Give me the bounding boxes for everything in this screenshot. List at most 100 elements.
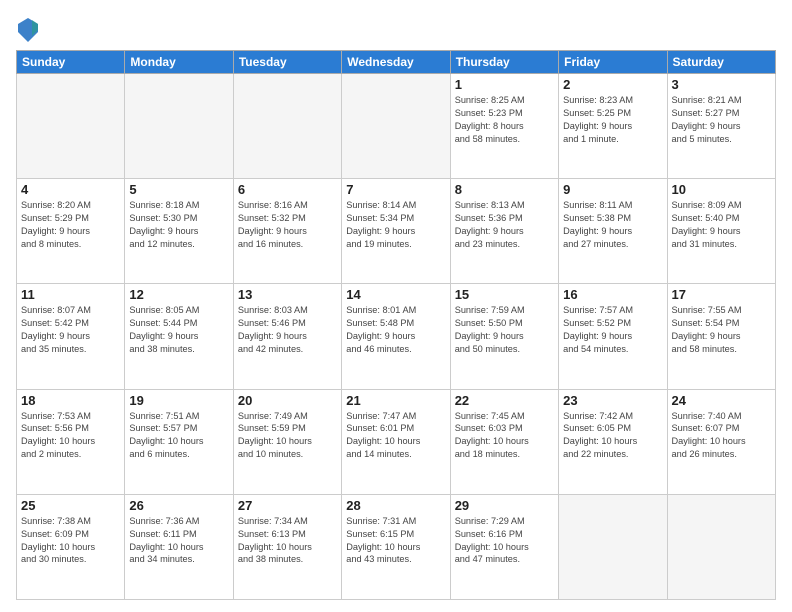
calendar-cell: 15 Sunrise: 7:59 AM Sunset: 5:50 PM Dayli… bbox=[450, 284, 558, 389]
day-info: Sunrise: 8:25 AM Sunset: 5:23 PM Dayligh… bbox=[455, 94, 554, 146]
day-number: 15 bbox=[455, 287, 554, 302]
calendar-cell bbox=[233, 74, 341, 179]
day-info: Sunrise: 7:57 AM Sunset: 5:52 PM Dayligh… bbox=[563, 304, 662, 356]
day-info: Sunrise: 8:03 AM Sunset: 5:46 PM Dayligh… bbox=[238, 304, 337, 356]
day-number: 2 bbox=[563, 77, 662, 92]
day-info: Sunrise: 8:07 AM Sunset: 5:42 PM Dayligh… bbox=[21, 304, 120, 356]
calendar-cell: 17 Sunrise: 7:55 AM Sunset: 5:54 PM Dayli… bbox=[667, 284, 775, 389]
calendar-cell: 12 Sunrise: 8:05 AM Sunset: 5:44 PM Dayli… bbox=[125, 284, 233, 389]
calendar-col-thursday: Thursday bbox=[450, 51, 558, 74]
day-info: Sunrise: 7:47 AM Sunset: 6:01 PM Dayligh… bbox=[346, 410, 445, 462]
day-number: 26 bbox=[129, 498, 228, 513]
day-info: Sunrise: 8:01 AM Sunset: 5:48 PM Dayligh… bbox=[346, 304, 445, 356]
calendar-cell: 28 Sunrise: 7:31 AM Sunset: 6:15 PM Dayli… bbox=[342, 494, 450, 599]
calendar-col-saturday: Saturday bbox=[667, 51, 775, 74]
calendar-col-friday: Friday bbox=[559, 51, 667, 74]
day-number: 25 bbox=[21, 498, 120, 513]
day-info: Sunrise: 8:14 AM Sunset: 5:34 PM Dayligh… bbox=[346, 199, 445, 251]
day-number: 28 bbox=[346, 498, 445, 513]
day-number: 29 bbox=[455, 498, 554, 513]
calendar-cell bbox=[125, 74, 233, 179]
calendar-week-3: 11 Sunrise: 8:07 AM Sunset: 5:42 PM Dayli… bbox=[17, 284, 776, 389]
calendar-cell: 24Sunrise: 7:40 AM Sunset: 6:07 PM Dayli… bbox=[667, 389, 775, 494]
calendar-cell bbox=[559, 494, 667, 599]
day-info: Sunrise: 7:38 AM Sunset: 6:09 PM Dayligh… bbox=[21, 515, 120, 567]
day-info: Sunrise: 7:51 AM Sunset: 5:57 PM Dayligh… bbox=[129, 410, 228, 462]
logo-icon bbox=[16, 16, 40, 44]
day-info: Sunrise: 8:20 AM Sunset: 5:29 PM Dayligh… bbox=[21, 199, 120, 251]
calendar-cell: 5Sunrise: 8:18 AM Sunset: 5:30 PM Daylig… bbox=[125, 179, 233, 284]
day-number: 20 bbox=[238, 393, 337, 408]
calendar-week-2: 4 Sunrise: 8:20 AM Sunset: 5:29 PM Daylig… bbox=[17, 179, 776, 284]
day-number: 3 bbox=[672, 77, 771, 92]
day-info: Sunrise: 7:31 AM Sunset: 6:15 PM Dayligh… bbox=[346, 515, 445, 567]
day-number: 27 bbox=[238, 498, 337, 513]
day-number: 13 bbox=[238, 287, 337, 302]
day-info: Sunrise: 8:05 AM Sunset: 5:44 PM Dayligh… bbox=[129, 304, 228, 356]
day-number: 7 bbox=[346, 182, 445, 197]
calendar-cell: 8 Sunrise: 8:13 AM Sunset: 5:36 PM Daylig… bbox=[450, 179, 558, 284]
day-info: Sunrise: 8:13 AM Sunset: 5:36 PM Dayligh… bbox=[455, 199, 554, 251]
calendar-cell: 9Sunrise: 8:11 AM Sunset: 5:38 PM Daylig… bbox=[559, 179, 667, 284]
page: SundayMondayTuesdayWednesdayThursdayFrid… bbox=[0, 0, 792, 612]
day-number: 11 bbox=[21, 287, 120, 302]
day-info: Sunrise: 7:49 AM Sunset: 5:59 PM Dayligh… bbox=[238, 410, 337, 462]
day-info: Sunrise: 8:21 AM Sunset: 5:27 PM Dayligh… bbox=[672, 94, 771, 146]
calendar-cell bbox=[667, 494, 775, 599]
day-number: 22 bbox=[455, 393, 554, 408]
day-number: 9 bbox=[563, 182, 662, 197]
day-number: 19 bbox=[129, 393, 228, 408]
day-number: 6 bbox=[238, 182, 337, 197]
calendar-col-wednesday: Wednesday bbox=[342, 51, 450, 74]
calendar-col-monday: Monday bbox=[125, 51, 233, 74]
day-number: 5 bbox=[129, 182, 228, 197]
header bbox=[16, 12, 776, 44]
day-number: 21 bbox=[346, 393, 445, 408]
day-info: Sunrise: 7:40 AM Sunset: 6:07 PM Dayligh… bbox=[672, 410, 771, 462]
day-info: Sunrise: 7:59 AM Sunset: 5:50 PM Dayligh… bbox=[455, 304, 554, 356]
calendar-cell: 14 Sunrise: 8:01 AM Sunset: 5:48 PM Dayli… bbox=[342, 284, 450, 389]
day-number: 16 bbox=[563, 287, 662, 302]
day-number: 23 bbox=[563, 393, 662, 408]
day-number: 18 bbox=[21, 393, 120, 408]
calendar-cell: 29 Sunrise: 7:29 AM Sunset: 6:16 PM Dayli… bbox=[450, 494, 558, 599]
day-info: Sunrise: 8:09 AM Sunset: 5:40 PM Dayligh… bbox=[672, 199, 771, 251]
day-info: Sunrise: 7:53 AM Sunset: 5:56 PM Dayligh… bbox=[21, 410, 120, 462]
calendar-cell: 23 Sunrise: 7:42 AM Sunset: 6:05 PM Dayli… bbox=[559, 389, 667, 494]
day-number: 12 bbox=[129, 287, 228, 302]
day-info: Sunrise: 7:34 AM Sunset: 6:13 PM Dayligh… bbox=[238, 515, 337, 567]
day-info: Sunrise: 7:42 AM Sunset: 6:05 PM Dayligh… bbox=[563, 410, 662, 462]
day-number: 17 bbox=[672, 287, 771, 302]
calendar-cell: 2 Sunrise: 8:23 AM Sunset: 5:25 PM Daylig… bbox=[559, 74, 667, 179]
calendar-week-1: 1Sunrise: 8:25 AM Sunset: 5:23 PM Daylig… bbox=[17, 74, 776, 179]
day-number: 14 bbox=[346, 287, 445, 302]
calendar-cell: 16 Sunrise: 7:57 AM Sunset: 5:52 PM Dayli… bbox=[559, 284, 667, 389]
calendar-cell: 19 Sunrise: 7:51 AM Sunset: 5:57 PM Dayli… bbox=[125, 389, 233, 494]
day-number: 4 bbox=[21, 182, 120, 197]
calendar-cell: 6 Sunrise: 8:16 AM Sunset: 5:32 PM Daylig… bbox=[233, 179, 341, 284]
calendar-cell: 26 Sunrise: 7:36 AM Sunset: 6:11 PM Dayli… bbox=[125, 494, 233, 599]
calendar-cell: 18 Sunrise: 7:53 AM Sunset: 5:56 PM Dayli… bbox=[17, 389, 125, 494]
calendar-cell: 13 Sunrise: 8:03 AM Sunset: 5:46 PM Dayli… bbox=[233, 284, 341, 389]
calendar-cell: 10 Sunrise: 8:09 AM Sunset: 5:40 PM Dayli… bbox=[667, 179, 775, 284]
day-info: Sunrise: 7:29 AM Sunset: 6:16 PM Dayligh… bbox=[455, 515, 554, 567]
calendar-cell: 27 Sunrise: 7:34 AM Sunset: 6:13 PM Dayli… bbox=[233, 494, 341, 599]
calendar-col-sunday: Sunday bbox=[17, 51, 125, 74]
day-info: Sunrise: 7:36 AM Sunset: 6:11 PM Dayligh… bbox=[129, 515, 228, 567]
day-info: Sunrise: 8:16 AM Sunset: 5:32 PM Dayligh… bbox=[238, 199, 337, 251]
day-number: 8 bbox=[455, 182, 554, 197]
calendar-cell: 1Sunrise: 8:25 AM Sunset: 5:23 PM Daylig… bbox=[450, 74, 558, 179]
calendar-col-tuesday: Tuesday bbox=[233, 51, 341, 74]
calendar-cell: 20 Sunrise: 7:49 AM Sunset: 5:59 PM Dayli… bbox=[233, 389, 341, 494]
day-info: Sunrise: 7:45 AM Sunset: 6:03 PM Dayligh… bbox=[455, 410, 554, 462]
day-number: 10 bbox=[672, 182, 771, 197]
calendar-cell: 4 Sunrise: 8:20 AM Sunset: 5:29 PM Daylig… bbox=[17, 179, 125, 284]
calendar-table: SundayMondayTuesdayWednesdayThursdayFrid… bbox=[16, 50, 776, 600]
calendar-cell: 3 Sunrise: 8:21 AM Sunset: 5:27 PM Daylig… bbox=[667, 74, 775, 179]
calendar-week-4: 18 Sunrise: 7:53 AM Sunset: 5:56 PM Dayli… bbox=[17, 389, 776, 494]
calendar-cell: 11 Sunrise: 8:07 AM Sunset: 5:42 PM Dayli… bbox=[17, 284, 125, 389]
calendar-cell: 21 Sunrise: 7:47 AM Sunset: 6:01 PM Dayli… bbox=[342, 389, 450, 494]
day-info: Sunrise: 8:23 AM Sunset: 5:25 PM Dayligh… bbox=[563, 94, 662, 146]
day-info: Sunrise: 7:55 AM Sunset: 5:54 PM Dayligh… bbox=[672, 304, 771, 356]
calendar-cell: 22 Sunrise: 7:45 AM Sunset: 6:03 PM Dayli… bbox=[450, 389, 558, 494]
